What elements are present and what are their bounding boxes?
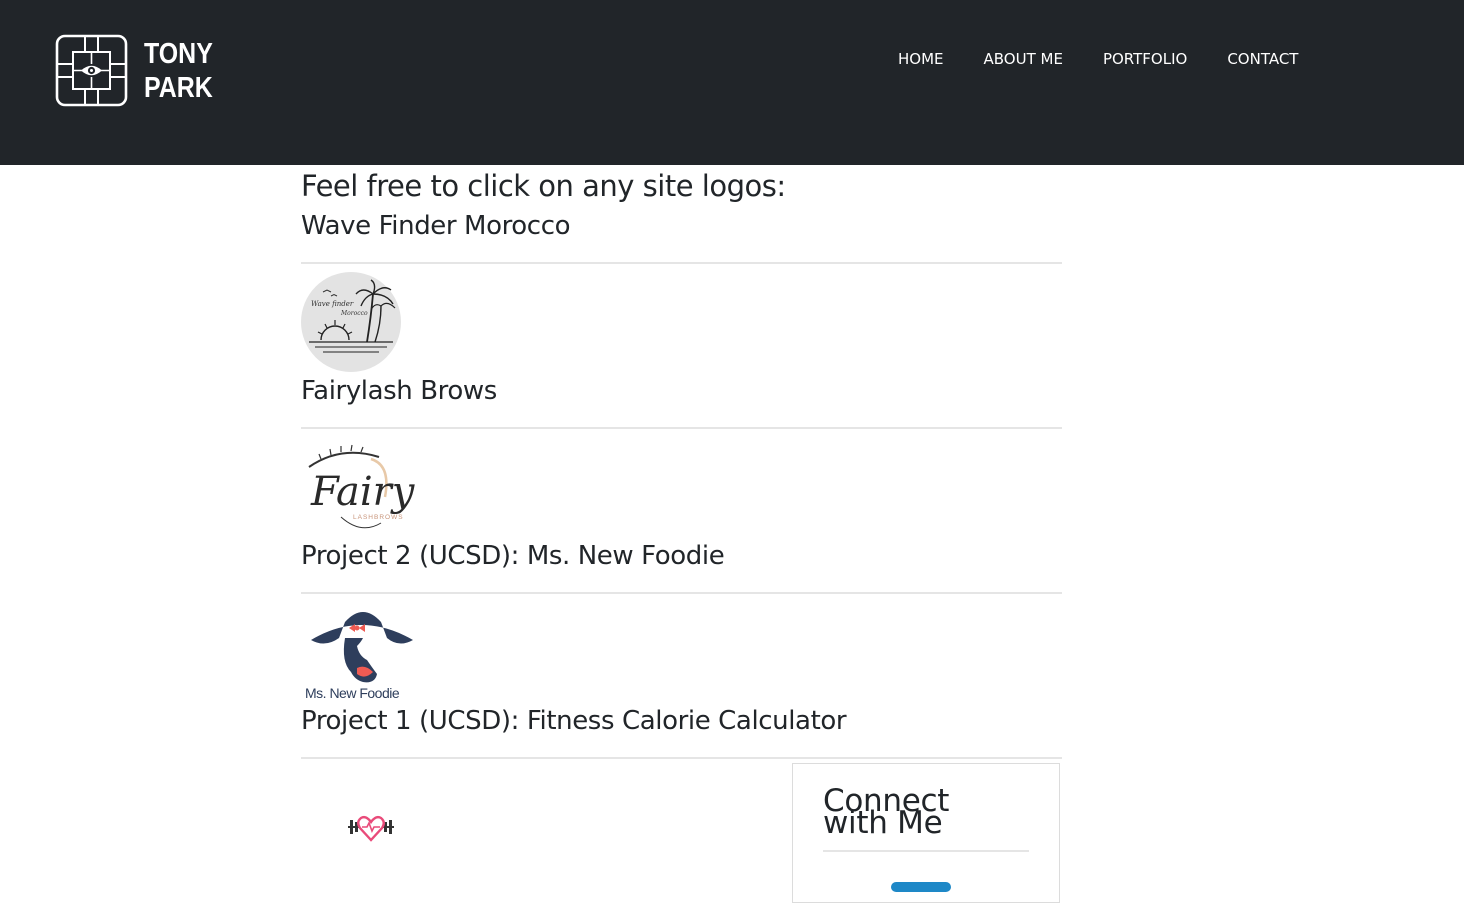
eye-emblem-icon [55, 34, 128, 107]
social-button[interactable] [891, 882, 951, 892]
fairylash-brows-logo: Fairy LASHBROWS [308, 444, 416, 529]
brand-line-2: PARK [144, 71, 213, 104]
fitness-logo-link[interactable] [346, 810, 396, 844]
project-title: Project 2 (UCSD): Ms. New Foodie [301, 541, 725, 571]
sidebar-title: Connect with Me [823, 783, 950, 841]
ms-new-foodie-logo: Ms. New Foodie [305, 612, 413, 701]
brand-line-1: TONY [144, 37, 213, 70]
main-nav: HOME ABOUT ME PORTFOLIO CONTACT [898, 48, 1338, 70]
sidebar-divider [823, 850, 1029, 852]
page-lead: Feel free to click on any site logos: [301, 169, 786, 203]
brand-name: TONY PARK [144, 37, 213, 105]
wave-logo-text-2: Morocco [340, 310, 368, 317]
fitness-heart-dumbbell-icon [348, 815, 394, 842]
project-item: Wave Finder Morocco Wave finder Morocco [301, 207, 1062, 372]
project-title: Project 1 (UCSD): Fitness Calorie Calcul… [301, 706, 847, 736]
fairy-logo-wordmark: Fairy [310, 469, 416, 515]
foodie-logo-wordmark: Ms. New Foodie [305, 685, 400, 701]
divider [301, 262, 1062, 264]
divider [301, 757, 1062, 759]
project-item: Project 2 (UCSD): Ms. New Foodie Ms. New… [301, 537, 1062, 702]
fairylash-brows-logo-link[interactable]: Fairy LASHBROWS [301, 437, 1062, 537]
ms-new-foodie-logo-link[interactable]: Ms. New Foodie [301, 602, 1062, 702]
fairy-logo-subtext: LASHBROWS [353, 514, 404, 521]
wave-finder-morocco-logo-link[interactable]: Wave finder Morocco [301, 272, 1062, 372]
divider [301, 592, 1062, 594]
brand-home-link[interactable]: TONY PARK [55, 34, 224, 107]
project-title: Fairylash Brows [301, 376, 497, 406]
project-title: Wave Finder Morocco [301, 211, 571, 241]
site-header: TONY PARK HOME ABOUT ME PORTFOLIO CONTAC… [0, 0, 1464, 165]
wave-logo-text-1: Wave finder [311, 300, 354, 308]
nav-about-me[interactable]: ABOUT ME [984, 48, 1063, 70]
divider [301, 427, 1062, 429]
nav-portfolio[interactable]: PORTFOLIO [1103, 48, 1187, 70]
nav-contact[interactable]: CONTACT [1227, 48, 1298, 70]
portfolio-content: Feel free to click on any site logos: Wa… [301, 165, 1062, 767]
project-item: Project 1 (UCSD): Fitness Calorie Calcul… [301, 702, 1062, 759]
project-item: Fairylash Brows Fairy LASHBROWS [301, 372, 1062, 537]
nav-home[interactable]: HOME [898, 48, 944, 70]
connect-sidebar: Connect with Me [792, 763, 1060, 903]
wave-finder-morocco-logo: Wave finder Morocco [301, 272, 401, 372]
